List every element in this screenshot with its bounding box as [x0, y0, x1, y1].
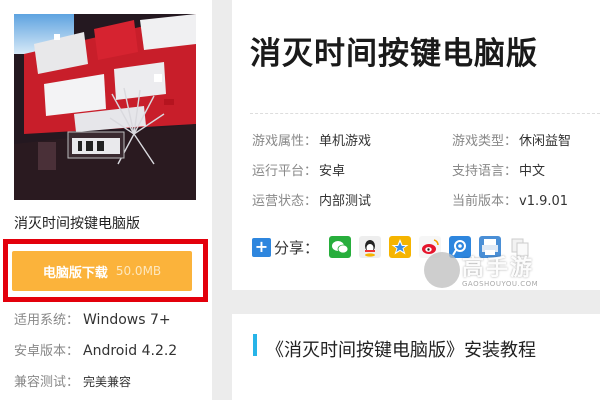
- divider: [250, 113, 600, 114]
- qq-icon[interactable]: [359, 236, 382, 258]
- section-accent-bar: [253, 334, 257, 356]
- attr-key: 运行平台：: [252, 164, 318, 179]
- attr-value: 单机游戏: [319, 134, 372, 149]
- watermark-logo-icon: [424, 252, 460, 288]
- pc-download-button[interactable]: 电脑版下载 50.0MB: [12, 251, 192, 291]
- download-file-size: 50.0MB: [115, 264, 162, 278]
- meta-value: 完美兼容: [83, 375, 132, 389]
- watermark-domain: GAOSHOUYOU.COM: [462, 280, 539, 288]
- attr-language: 支持语言： 中文: [452, 160, 545, 179]
- meta-android: 安卓版本： Android 4.2.2: [14, 340, 177, 359]
- game-sidebar-card: 消灭时间按键电脑版 电脑版下载 50.0MB 适用系统： Windows 7+ 安…: [0, 0, 212, 400]
- watermark-brand: 高手游: [462, 256, 535, 281]
- game-cover-art: [14, 14, 196, 200]
- attr-value: 安卓: [319, 164, 346, 179]
- site-watermark: 高手游 GAOSHOUYOU.COM: [424, 248, 544, 296]
- share-plus-icon[interactable]: +: [252, 237, 271, 257]
- attr-platform: 运行平台： 安卓: [252, 160, 345, 179]
- game-name: 消灭时间按键电脑版: [14, 216, 140, 232]
- download-button-label: 电脑版下载: [42, 265, 108, 281]
- share-label: 分享：: [274, 238, 320, 257]
- attr-key: 当前版本：: [452, 194, 518, 209]
- attr-game-type: 游戏类型： 休闲益智: [452, 130, 571, 149]
- meta-value: Windows 7+: [83, 312, 171, 328]
- attr-value: v1.9.01: [519, 194, 569, 209]
- wechat-icon[interactable]: [329, 236, 352, 258]
- attr-game-property: 游戏属性： 单机游戏: [252, 130, 371, 149]
- game-cover-image[interactable]: [14, 14, 196, 200]
- attr-value: 内部测试: [319, 194, 372, 209]
- tutorial-title: 《消灭时间按键电脑版》安装教程: [266, 340, 536, 361]
- meta-key: 安卓版本：: [14, 344, 80, 359]
- attr-value: 休闲益智: [519, 134, 572, 149]
- attr-key: 游戏属性：: [252, 134, 318, 149]
- meta-system: 适用系统： Windows 7+: [14, 309, 171, 328]
- meta-compat: 兼容测试： 完美兼容: [14, 371, 131, 390]
- meta-value: Android 4.2.2: [83, 343, 178, 359]
- tutorial-section: 《消灭时间按键电脑版》安装教程: [232, 314, 600, 400]
- meta-key: 适用系统：: [14, 313, 80, 328]
- attr-key: 游戏类型：: [452, 134, 518, 149]
- meta-key: 兼容测试：: [14, 375, 80, 390]
- page-title: 消灭时间按键电脑版: [250, 36, 538, 72]
- attr-value: 中文: [519, 164, 546, 179]
- qzone-icon[interactable]: [389, 236, 412, 258]
- attr-status: 运营状态： 内部测试: [252, 190, 371, 209]
- game-info-card: 消灭时间按键电脑版 游戏属性： 单机游戏 游戏类型： 休闲益智 运行平台： 安卓 支持…: [232, 0, 600, 290]
- attr-key: 支持语言：: [452, 164, 518, 179]
- attr-version: 当前版本： v1.9.01: [452, 190, 568, 209]
- attr-key: 运营状态：: [252, 194, 318, 209]
